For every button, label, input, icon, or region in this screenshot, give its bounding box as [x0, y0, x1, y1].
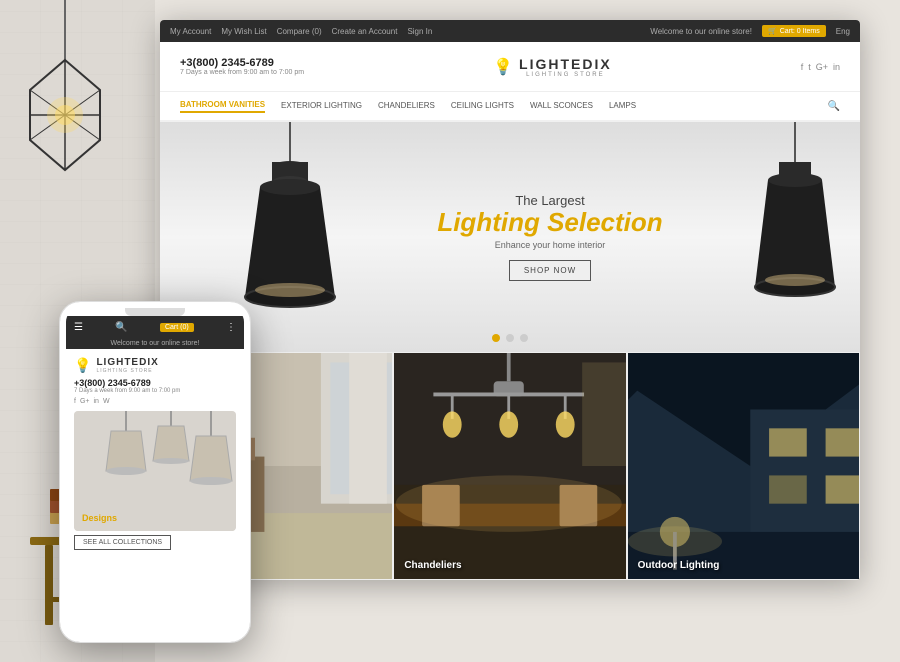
phone-product-image: Designs [74, 411, 236, 531]
phone-body: 💡 LIGHTEDIX LIGHTING STORE +3(800) 2345-… [66, 349, 244, 558]
hero-description: Enhance your home interior [437, 240, 662, 250]
social-links: f t G+ in [801, 62, 840, 72]
product-card-outdoor[interactable]: Outdoor Lighting [627, 352, 860, 580]
phone-fb-icon[interactable]: f [74, 398, 76, 405]
logo-tagline: LIGHTING STORE [519, 72, 612, 78]
logo-name: LIGHTEDIX [519, 56, 612, 72]
phone-logo-sub: LIGHTING STORE [96, 368, 158, 374]
product-label-outdoor: Outdoor Lighting [638, 560, 720, 571]
phone-section-label: Designs [82, 513, 117, 523]
hero-title: Lighting Selection [437, 208, 662, 237]
product-card-chandelier[interactable]: Chandeliers [393, 352, 626, 580]
phone-more-icon[interactable]: ⋮ [226, 322, 236, 333]
product-label-chandelier: Chandeliers [404, 560, 461, 571]
phone-collections-button[interactable]: SEE ALL COLLECTIONS [74, 535, 171, 550]
phone-g-icon[interactable]: G+ [80, 398, 90, 405]
googleplus-icon[interactable]: G+ [816, 62, 828, 72]
hero-content: The Largest Lighting Selection Enhance y… [437, 193, 662, 282]
phone-menu-icon[interactable]: ☰ [74, 322, 83, 333]
phone-search-icon[interactable]: 🔍 [115, 322, 127, 333]
decorative-lamp-left [10, 0, 120, 255]
phone-logo-icon: 💡 [74, 357, 91, 374]
nav-ceiling-lights[interactable]: CEILING LIGHTS [451, 101, 514, 112]
phone-welcome-bar: Welcome to our online store! [66, 338, 244, 349]
language-selector[interactable]: Eng [836, 27, 850, 36]
topbar-links: My Account My Wish List Compare (0) Crea… [170, 27, 432, 36]
phone-notch [125, 308, 185, 316]
phone-cart-button[interactable]: Cart (0) [160, 323, 194, 332]
linkedin-icon[interactable]: in [833, 62, 840, 72]
store-logo[interactable]: 💡 LIGHTEDIX LIGHTING STORE [493, 56, 612, 78]
phone-in-icon[interactable]: in [94, 398, 99, 405]
phone-w-icon[interactable]: W [103, 398, 110, 405]
hero-dot-1[interactable] [492, 334, 500, 342]
nav-bathroom-vanities[interactable]: BATHROOM VANITIES [180, 100, 265, 113]
phone-number: +3(800) 2345-6789 [180, 57, 304, 69]
topbar-right: Welcome to our online store! 🛒 Cart: 0 I… [650, 25, 850, 37]
phone-topbar: ☰ 🔍 Cart (0) ⋮ [66, 316, 244, 338]
main-navigation: BATHROOM VANITIES EXTERIOR LIGHTING CHAN… [160, 92, 860, 122]
product-grid: t Lighting [160, 352, 860, 580]
facebook-icon[interactable]: f [801, 62, 804, 72]
phone-logo-text: LIGHTEDIX [96, 357, 158, 368]
shop-now-button[interactable]: SHOP NOW [509, 260, 591, 281]
nav-exterior-lighting[interactable]: EXTERIOR LIGHTING [281, 101, 362, 112]
wishlist-link[interactable]: My Wish List [221, 27, 266, 36]
phone-number-mobile: +3(800) 2345-6789 [74, 378, 236, 388]
store-hours: 7 Days a week from 9:00 am to 7:00 pm [180, 69, 304, 76]
browser-window: My Account My Wish List Compare (0) Crea… [160, 20, 860, 580]
phone-mockup: ☰ 🔍 Cart (0) ⋮ Welcome to our online sto… [60, 302, 250, 642]
phone-info: +3(800) 2345-6789 7 Days a week from 9:0… [180, 57, 304, 76]
hero-pagination-dots [492, 334, 528, 342]
nav-wall-sconces[interactable]: WALL SCONCES [530, 101, 593, 112]
hero-dot-3[interactable] [520, 334, 528, 342]
nav-lamps[interactable]: LAMPS [609, 101, 636, 112]
browser-topbar: My Account My Wish List Compare (0) Crea… [160, 20, 860, 42]
sign-in-link[interactable]: Sign In [407, 27, 432, 36]
hero-pendant-lamp-right [740, 122, 850, 347]
search-icon[interactable]: 🔍 [828, 101, 840, 112]
hero-section: The Largest Lighting Selection Enhance y… [160, 122, 860, 352]
nav-chandeliers[interactable]: CHANDELIERS [378, 101, 435, 112]
my-account-link[interactable]: My Account [170, 27, 211, 36]
create-account-link[interactable]: Create an Account [332, 27, 398, 36]
twitter-icon[interactable]: t [808, 62, 811, 72]
cart-button[interactable]: 🛒 Cart: 0 Items [762, 25, 826, 37]
welcome-text: Welcome to our online store! [650, 27, 752, 36]
logo-bulb-icon: 💡 [493, 57, 513, 77]
store-header: +3(800) 2345-6789 7 Days a week from 9:0… [160, 42, 860, 92]
hero-dot-2[interactable] [506, 334, 514, 342]
hero-subtitle: The Largest [437, 193, 662, 208]
phone-logo: 💡 LIGHTEDIX LIGHTING STORE [74, 357, 236, 374]
phone-hours-mobile: 7 Days a week from 9:00 am to 7:00 pm [74, 388, 236, 394]
phone-social-links: f G+ in W [74, 398, 236, 405]
compare-link[interactable]: Compare (0) [277, 27, 322, 36]
